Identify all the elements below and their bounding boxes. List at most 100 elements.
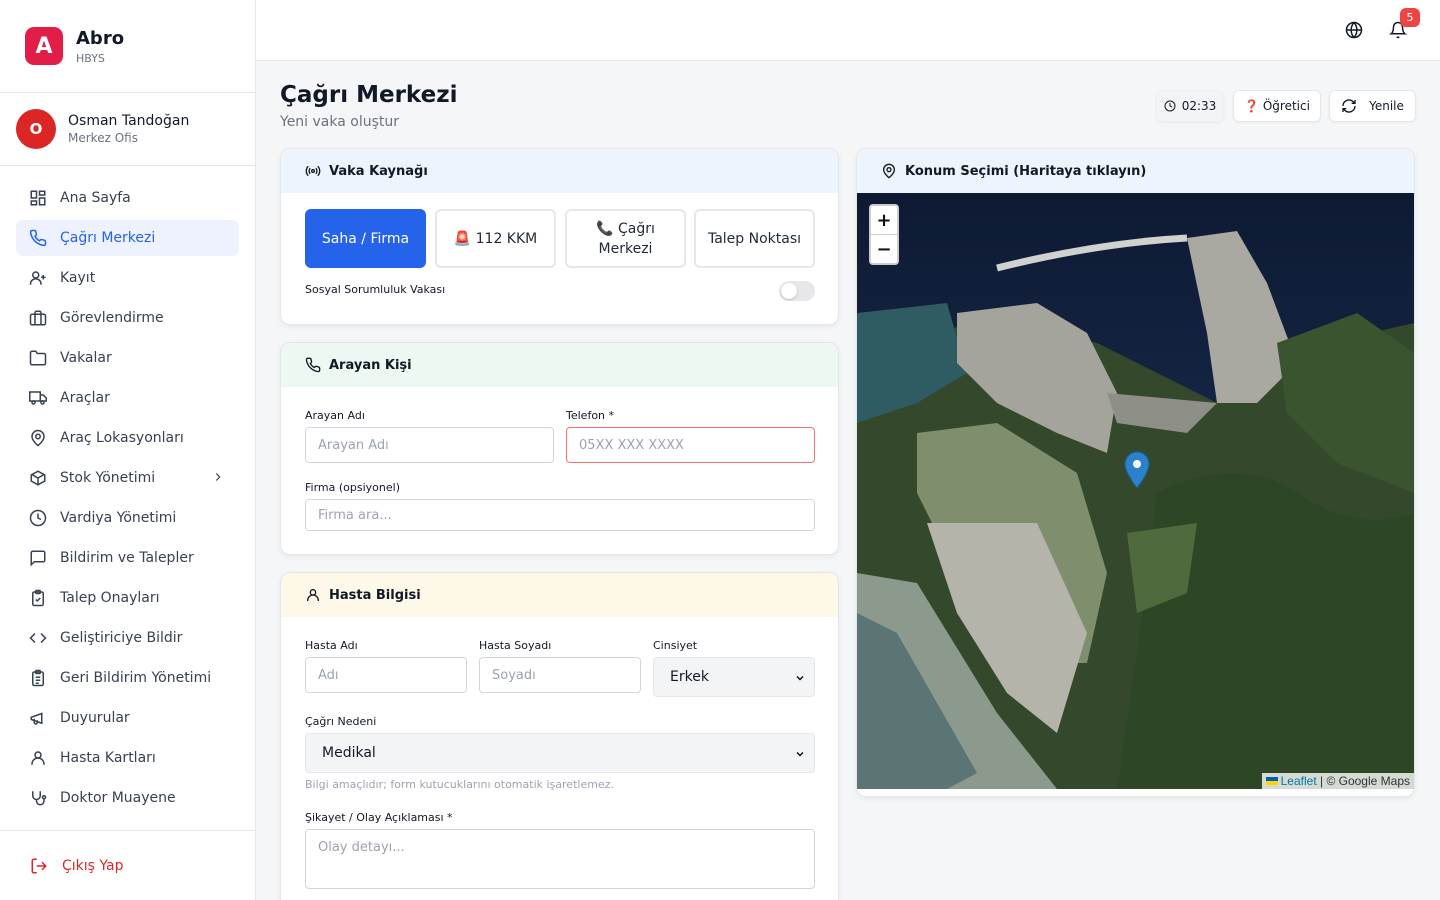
timer-value: 02:33 (1181, 99, 1217, 113)
sidebar-item-vakalar[interactable]: Vakalar (16, 340, 239, 376)
sidebar-item-talep-onaylari[interactable]: Talep Onayları (16, 580, 239, 616)
patient-card-title: Hasta Bilgisi (329, 587, 421, 603)
brand-logo: A (25, 27, 63, 65)
chevron-right-icon[interactable] (211, 470, 225, 488)
caller-card: Arayan Kişi Arayan Adı Telefon * Firma (… (280, 342, 839, 555)
map-card: Konum Seçimi (Haritaya tıklayın) + − Lea… (856, 148, 1415, 797)
brand-sub: HBYS (76, 51, 105, 65)
user-role: Merkez Ofis (68, 131, 138, 145)
source-card: Vaka Kaynağı Saha / Firma 🚨 112 KKM 📞 Ça… (280, 148, 839, 325)
message-icon (28, 548, 48, 568)
source-saha-firma-button[interactable]: Saha / Firma (305, 209, 426, 268)
notification-badge: 5 (1400, 8, 1420, 27)
sidebar-item-geri-bildirim-yonetimi[interactable]: Geri Bildirim Yönetimi (16, 660, 239, 696)
sidebar-item-cagri-merkezi[interactable]: Çağrı Merkezi (16, 220, 239, 256)
logout-area: Çıkış Yap (0, 830, 255, 900)
zoom-in-button[interactable]: + (871, 206, 897, 235)
sidebar-item-label: Kayıt (60, 270, 96, 286)
satellite-map[interactable]: + − Leaflet | © Google Maps (857, 193, 1414, 789)
box-icon (28, 468, 48, 488)
user-card[interactable]: O Osman Tandoğan Merkez Ofis (0, 93, 255, 166)
sidebar-item-label: Doktor Muayene (60, 790, 176, 806)
refresh-button[interactable]: Yenile (1329, 90, 1416, 122)
sidebar-item-label: Çağrı Merkezi (60, 230, 156, 246)
patient-last-name-input[interactable] (479, 657, 641, 693)
patient-first-name-input[interactable] (305, 657, 467, 693)
call-reason-hint: Bilgi amaçlıdır; form kutucuklarını otom… (305, 778, 614, 791)
sidebar-item-vardiya-yonetimi[interactable]: Vardiya Yönetimi (16, 500, 239, 536)
sidebar-item-label: Araç Lokasyonları (60, 430, 184, 446)
globe-icon[interactable] (1344, 20, 1364, 40)
brand[interactable]: A Abro HBYS (0, 0, 255, 93)
sidebar: A Abro HBYS O Osman Tandoğan Merkez Ofis… (0, 0, 256, 900)
truck-icon (28, 388, 48, 408)
logout-button[interactable]: Çıkış Yap (30, 857, 124, 875)
phone-icon (305, 357, 321, 373)
stethoscope-icon (28, 788, 48, 808)
caller-name-label: Arayan Adı (305, 409, 365, 422)
avatar: O (16, 109, 56, 149)
code-icon (28, 628, 48, 648)
sidebar-item-kayit[interactable]: Kayıt (16, 260, 239, 296)
source-card-header: Vaka Kaynağı (281, 149, 838, 193)
sidebar-item-duyurular[interactable]: Duyurular (16, 700, 239, 736)
caller-name-input[interactable] (305, 427, 554, 463)
call-reason-label: Çağrı Nedeni (305, 715, 377, 728)
patient-last-name-label: Hasta Soyadı (479, 639, 552, 652)
briefcase-icon (28, 308, 48, 328)
sidebar-item-label: Hasta Kartları (60, 750, 156, 766)
tutorial-button[interactable]: ❓ Öğretici (1233, 90, 1321, 122)
patient-card: Hasta Bilgisi Hasta Adı Hasta Soyadı Cin… (280, 572, 839, 900)
sidebar-item-label: Vakalar (60, 350, 112, 366)
sidebar-item-label: Talep Onayları (60, 590, 160, 606)
logout-icon (30, 857, 48, 875)
map-card-header: Konum Seçimi (Haritaya tıklayın) (857, 149, 1414, 193)
gender-value: Erkek (670, 669, 709, 685)
sidebar-item-araclar[interactable]: Araçlar (16, 380, 239, 416)
user-icon (305, 587, 321, 603)
gender-label: Cinsiyet (653, 639, 698, 652)
sidebar-item-label: Duyurular (60, 710, 130, 726)
phone-input[interactable] (566, 427, 815, 463)
user-plus-icon (28, 268, 48, 288)
complaint-textarea[interactable] (305, 829, 815, 889)
call-reason-select[interactable]: Medikal (305, 733, 815, 773)
patient-first-name-label: Hasta Adı (305, 639, 358, 652)
source-112-kkm-button[interactable]: 🚨 112 KKM (435, 209, 556, 268)
sidebar-item-stok-yonetimi[interactable]: Stok Yönetimi (16, 460, 239, 496)
map-marker-icon[interactable] (1124, 451, 1150, 493)
source-cagri-merkezi-button[interactable]: 📞 Çağrı Merkezi (565, 209, 686, 268)
leaflet-link[interactable]: Leaflet (1281, 774, 1317, 788)
company-search-input[interactable] (305, 499, 815, 531)
sidebar-item-gelistiriciye-bildir[interactable]: Geliştiriciye Bildir (16, 620, 239, 656)
clipboard-list-icon (28, 668, 48, 688)
sidebar-item-label: Vardiya Yönetimi (60, 510, 177, 526)
map-attribution: Leaflet | © Google Maps (1261, 773, 1414, 789)
tutorial-label: ❓ Öğretici (1244, 99, 1310, 113)
sidebar-item-label: Geri Bildirim Yönetimi (60, 670, 212, 686)
zoom-out-button[interactable]: − (871, 235, 897, 264)
caller-card-title: Arayan Kişi (329, 357, 412, 373)
refresh-icon (1341, 98, 1357, 114)
patient-card-header: Hasta Bilgisi (281, 573, 838, 617)
logout-label: Çıkış Yap (62, 857, 124, 874)
gender-select[interactable]: Erkek (653, 657, 815, 697)
sidebar-item-arac-lokasyonlari[interactable]: Araç Lokasyonları (16, 420, 239, 456)
source-talep-noktasi-button[interactable]: Talep Noktası (694, 209, 815, 268)
social-responsibility-label: Sosyal Sorumluluk Vakası (305, 283, 446, 296)
phone-icon (28, 228, 48, 248)
social-responsibility-toggle[interactable] (779, 281, 815, 301)
broadcast-icon (305, 163, 321, 179)
sidebar-item-ana-sayfa[interactable]: Ana Sayfa (16, 180, 239, 216)
sidebar-item-bildirim-ve-talepler[interactable]: Bildirim ve Talepler (16, 540, 239, 576)
timer-badge: 02:33 (1156, 90, 1224, 122)
sidebar-item-gorevlendirme[interactable]: Görevlendirme (16, 300, 239, 336)
user-icon (28, 748, 48, 768)
page-title: Çağrı Merkezi (280, 82, 458, 108)
map-pin-icon (28, 428, 48, 448)
chevron-down-icon (794, 672, 806, 684)
sidebar-item-label: Ana Sayfa (60, 190, 131, 206)
map-card-title: Konum Seçimi (Haritaya tıklayın) (905, 163, 1147, 179)
sidebar-item-hasta-kartlari[interactable]: Hasta Kartları (16, 740, 239, 776)
sidebar-item-doktor-muayene[interactable]: Doktor Muayene (16, 780, 239, 816)
